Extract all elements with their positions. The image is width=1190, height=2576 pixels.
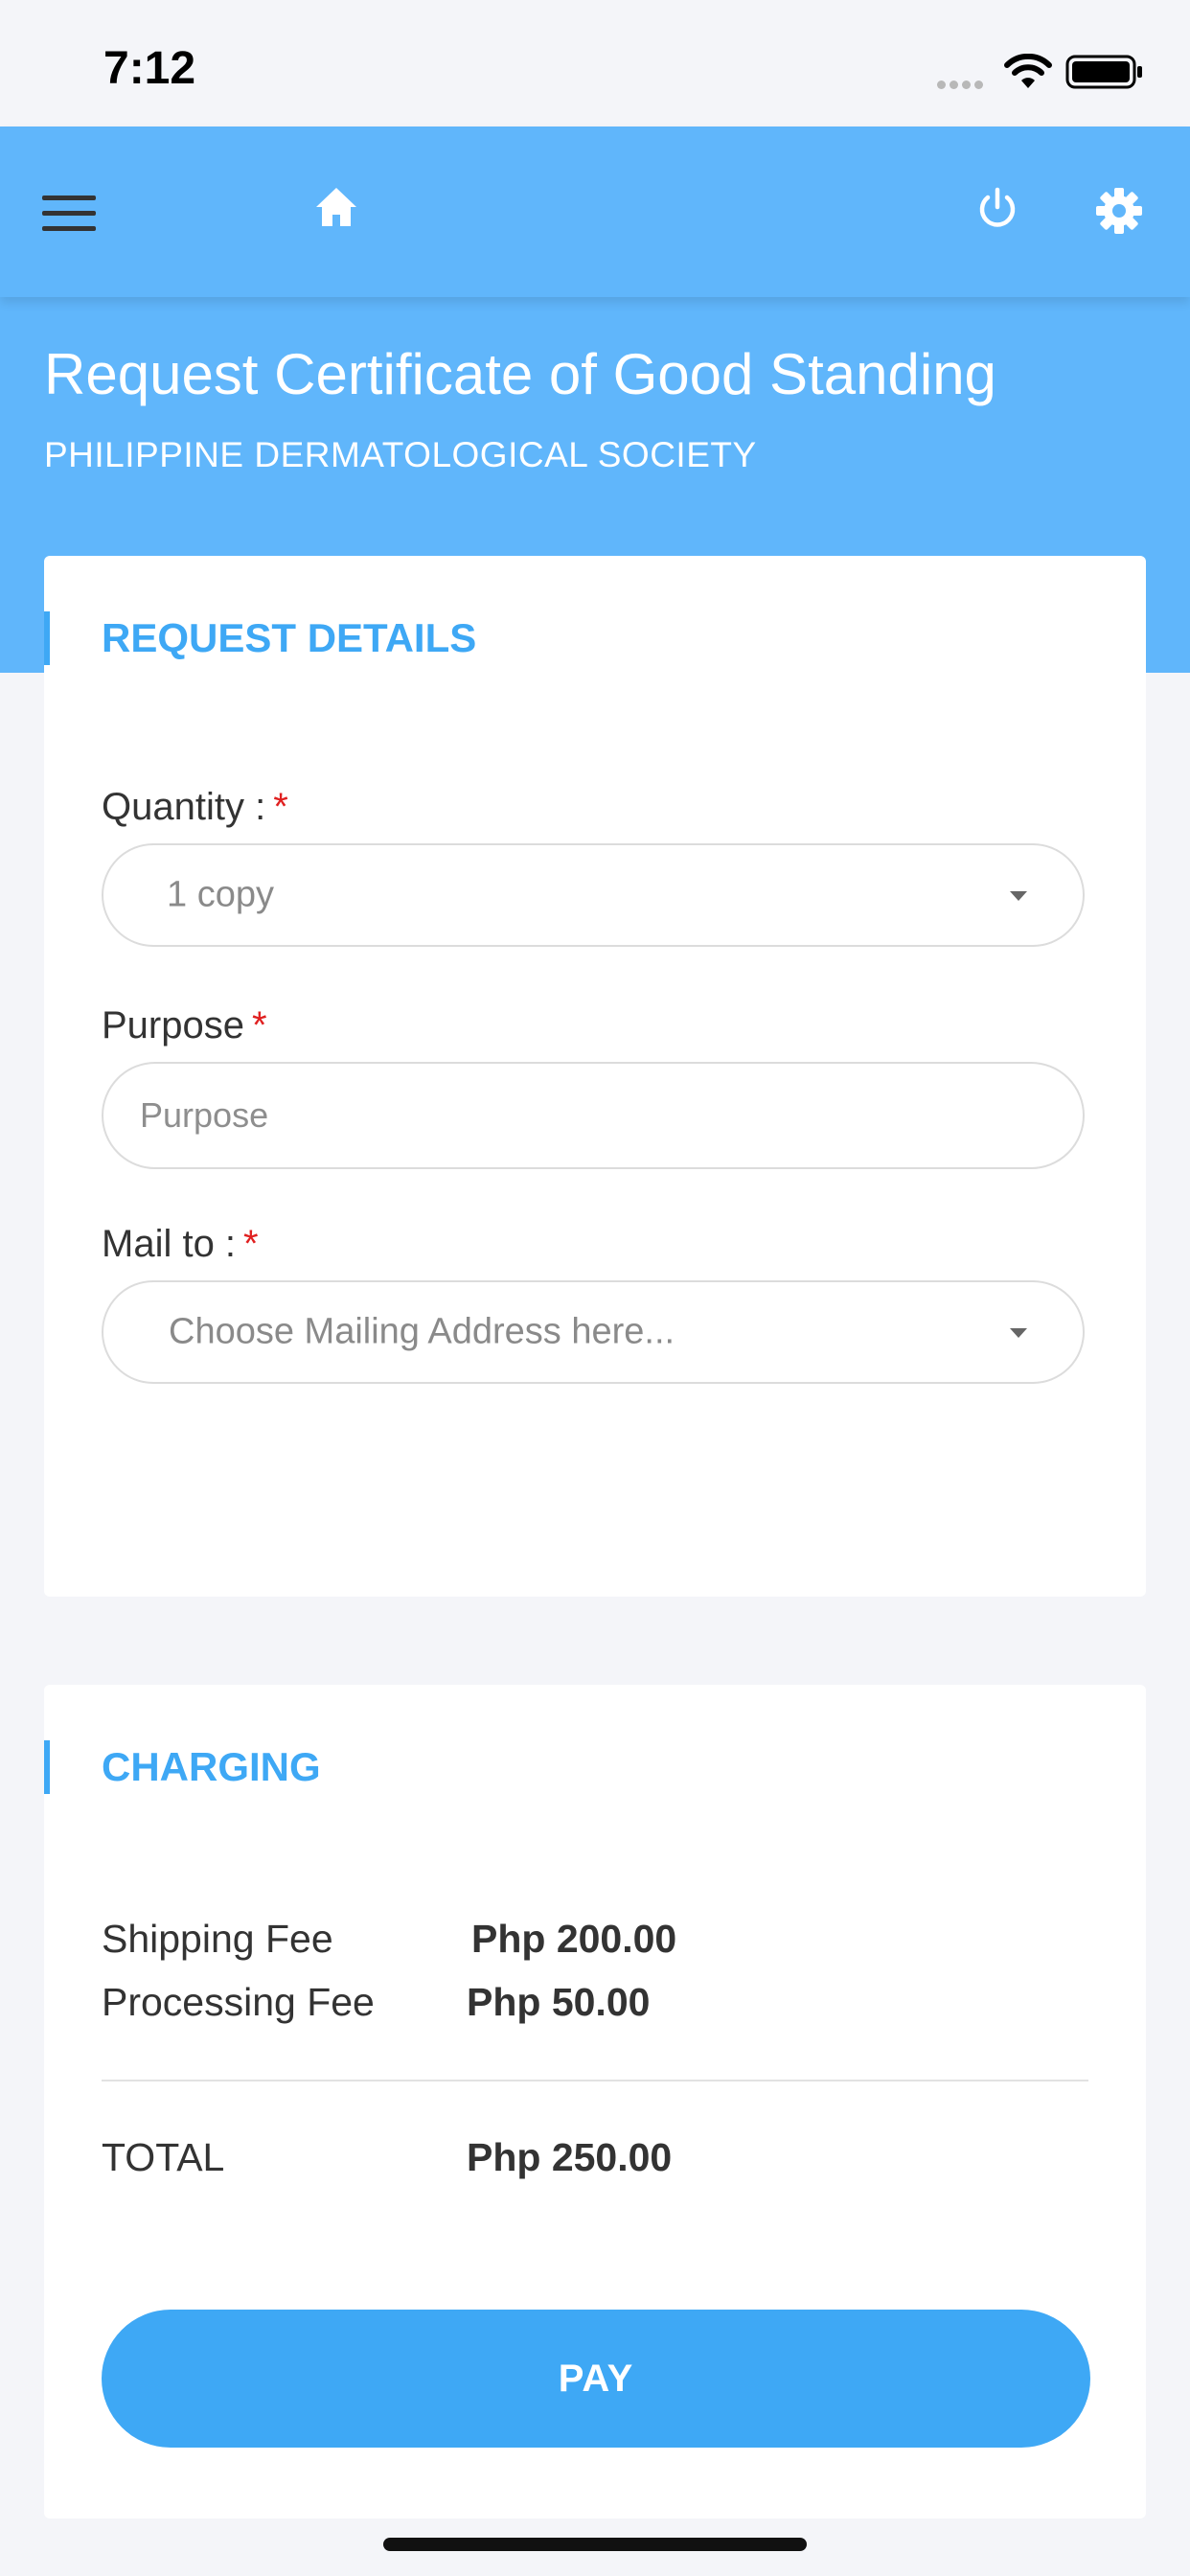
quantity-select[interactable]: 1 copy bbox=[102, 843, 1085, 947]
required-mark: * bbox=[243, 1223, 259, 1265]
quantity-value: 1 copy bbox=[167, 874, 274, 915]
section-title-charging: CHARGING bbox=[102, 1744, 321, 1789]
pay-button[interactable]: PAY bbox=[102, 2310, 1090, 2448]
charging-card: CHARGING Shipping Fee Php 200.00 Process… bbox=[44, 1685, 1146, 2518]
menu-icon[interactable] bbox=[42, 196, 96, 234]
section-accent-bar bbox=[44, 1740, 50, 1794]
purpose-input[interactable]: Purpose bbox=[102, 1062, 1085, 1169]
shipping-fee-label: Shipping Fee bbox=[102, 1917, 333, 1961]
power-icon[interactable] bbox=[975, 186, 1019, 235]
processing-fee-value: Php 50.00 bbox=[467, 1980, 651, 2024]
home-indicator bbox=[383, 2538, 807, 2551]
wifi-icon bbox=[1004, 53, 1052, 95]
status-bar: 7:12 bbox=[0, 0, 1190, 126]
purpose-label: Purpose * bbox=[102, 1004, 267, 1047]
mail-to-label-text: Mail to : bbox=[102, 1223, 237, 1265]
gear-icon[interactable] bbox=[1094, 186, 1144, 241]
section-title-request-details: REQUEST DETAILS bbox=[102, 615, 477, 660]
request-details-card: REQUEST DETAILS Quantity : * 1 copy Purpo… bbox=[44, 556, 1146, 1597]
mail-to-placeholder: Choose Mailing Address here... bbox=[169, 1311, 675, 1352]
section-accent-bar bbox=[44, 611, 50, 665]
home-icon[interactable] bbox=[314, 186, 358, 233]
quantity-label-text: Quantity : bbox=[102, 786, 266, 828]
page-title: Request Certificate of Good Standing bbox=[44, 342, 996, 406]
cellular-signal-icon bbox=[937, 77, 987, 94]
divider bbox=[102, 2080, 1088, 2082]
battery-icon bbox=[1065, 54, 1144, 95]
status-time: 7:12 bbox=[103, 43, 196, 94]
required-mark: * bbox=[273, 786, 288, 828]
required-mark: * bbox=[251, 1004, 267, 1046]
processing-fee-label: Processing Fee bbox=[102, 1980, 375, 2024]
chevron-down-icon bbox=[1010, 891, 1027, 901]
purpose-label-text: Purpose bbox=[102, 1004, 244, 1046]
chevron-down-icon bbox=[1010, 1328, 1027, 1338]
total-label: TOTAL bbox=[102, 2135, 225, 2179]
mail-to-select[interactable]: Choose Mailing Address here... bbox=[102, 1280, 1085, 1384]
shipping-fee-value: Php 200.00 bbox=[471, 1917, 677, 1961]
purpose-placeholder: Purpose bbox=[140, 1095, 269, 1135]
quantity-label: Quantity : * bbox=[102, 786, 288, 829]
page-subtitle: PHILIPPINE DERMATOLOGICAL SOCIETY bbox=[44, 435, 757, 474]
mail-to-label: Mail to : * bbox=[102, 1223, 259, 1266]
total-value: Php 250.00 bbox=[467, 2135, 673, 2179]
